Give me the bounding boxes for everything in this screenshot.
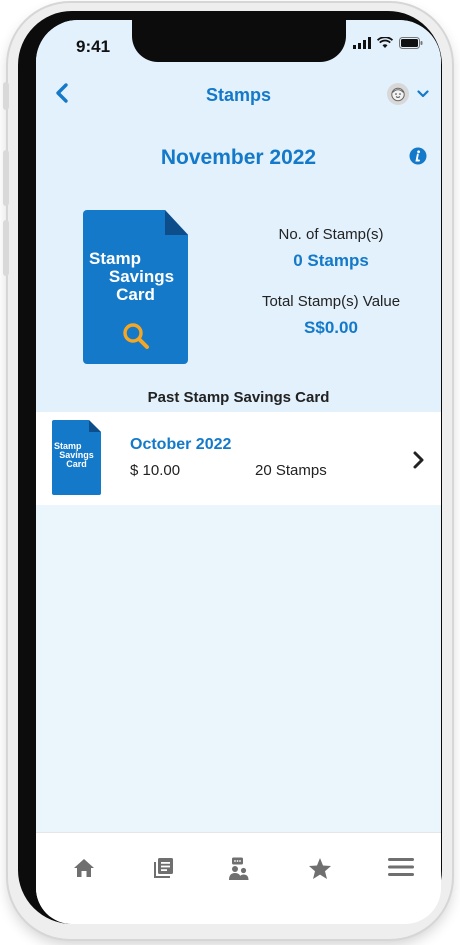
bottom-nav xyxy=(36,832,441,924)
past-card-row[interactable]: Stamp Savings Card October 2022 $ 10.00 … xyxy=(36,412,441,505)
phone-notch xyxy=(132,20,346,62)
page-title: Stamps xyxy=(205,85,272,105)
nav-news[interactable] xyxy=(146,857,182,887)
home-icon xyxy=(74,859,94,877)
past-cards-heading: Past Stamp Savings Card xyxy=(147,389,330,406)
nav-favorites[interactable] xyxy=(302,857,338,887)
past-card-month: October 2022 xyxy=(130,436,232,453)
avatar xyxy=(387,83,409,105)
news-icon xyxy=(154,858,173,878)
star-icon xyxy=(309,858,331,879)
stamp-count-label: No. of Stamp(s) xyxy=(278,226,384,243)
community-chat-icon xyxy=(229,857,249,880)
info-button[interactable] xyxy=(409,147,427,170)
battery-icon xyxy=(399,37,423,49)
nav-home[interactable] xyxy=(66,857,102,887)
total-value-value: S$0.00 xyxy=(304,318,358,337)
stamp-count-value: 0 Stamps xyxy=(293,251,369,270)
signal-icon xyxy=(353,37,371,49)
status-icons xyxy=(353,37,423,49)
wifi-icon xyxy=(377,37,393,48)
phone-side-button xyxy=(3,150,9,206)
app-screen: 9:41 Stamps November 2022 Stamp Savings … xyxy=(36,20,441,924)
info-icon xyxy=(409,147,427,165)
status-time: 9:41 xyxy=(76,37,111,56)
search-icon xyxy=(121,322,151,357)
card-folded-corner xyxy=(89,420,101,432)
phone-side-button xyxy=(3,82,9,110)
past-card-amount: $ 10.00 xyxy=(130,462,181,479)
stamp-stats: No. of Stamp(s) 0 Stamps Total Stamp(s) … xyxy=(226,226,436,338)
app-header: Stamps xyxy=(36,76,441,116)
card-label-line: Card xyxy=(116,285,155,304)
card-label: Stamp Savings Card xyxy=(52,442,101,469)
card-label-line: Card xyxy=(66,459,87,469)
card-label: Stamp Savings Card xyxy=(83,250,188,304)
current-month-summary: November 2022 Stamp Savings Card No. of … xyxy=(36,116,441,412)
past-card-stamps: 20 Stamps xyxy=(255,462,327,479)
profile-menu-button[interactable] xyxy=(387,83,429,105)
chevron-down-icon xyxy=(417,90,429,98)
nav-menu[interactable] xyxy=(383,857,419,887)
phone-side-button xyxy=(3,220,9,276)
current-month-title: November 2022 xyxy=(160,146,317,169)
total-value-label: Total Stamp(s) Value xyxy=(261,293,401,310)
child-face-icon xyxy=(391,87,405,102)
nav-community[interactable] xyxy=(221,857,257,887)
hamburger-menu-icon xyxy=(388,858,414,876)
card-label-line: Savings xyxy=(108,267,175,286)
chevron-right-icon xyxy=(412,450,426,475)
card-label-line: Stamp xyxy=(89,249,141,268)
